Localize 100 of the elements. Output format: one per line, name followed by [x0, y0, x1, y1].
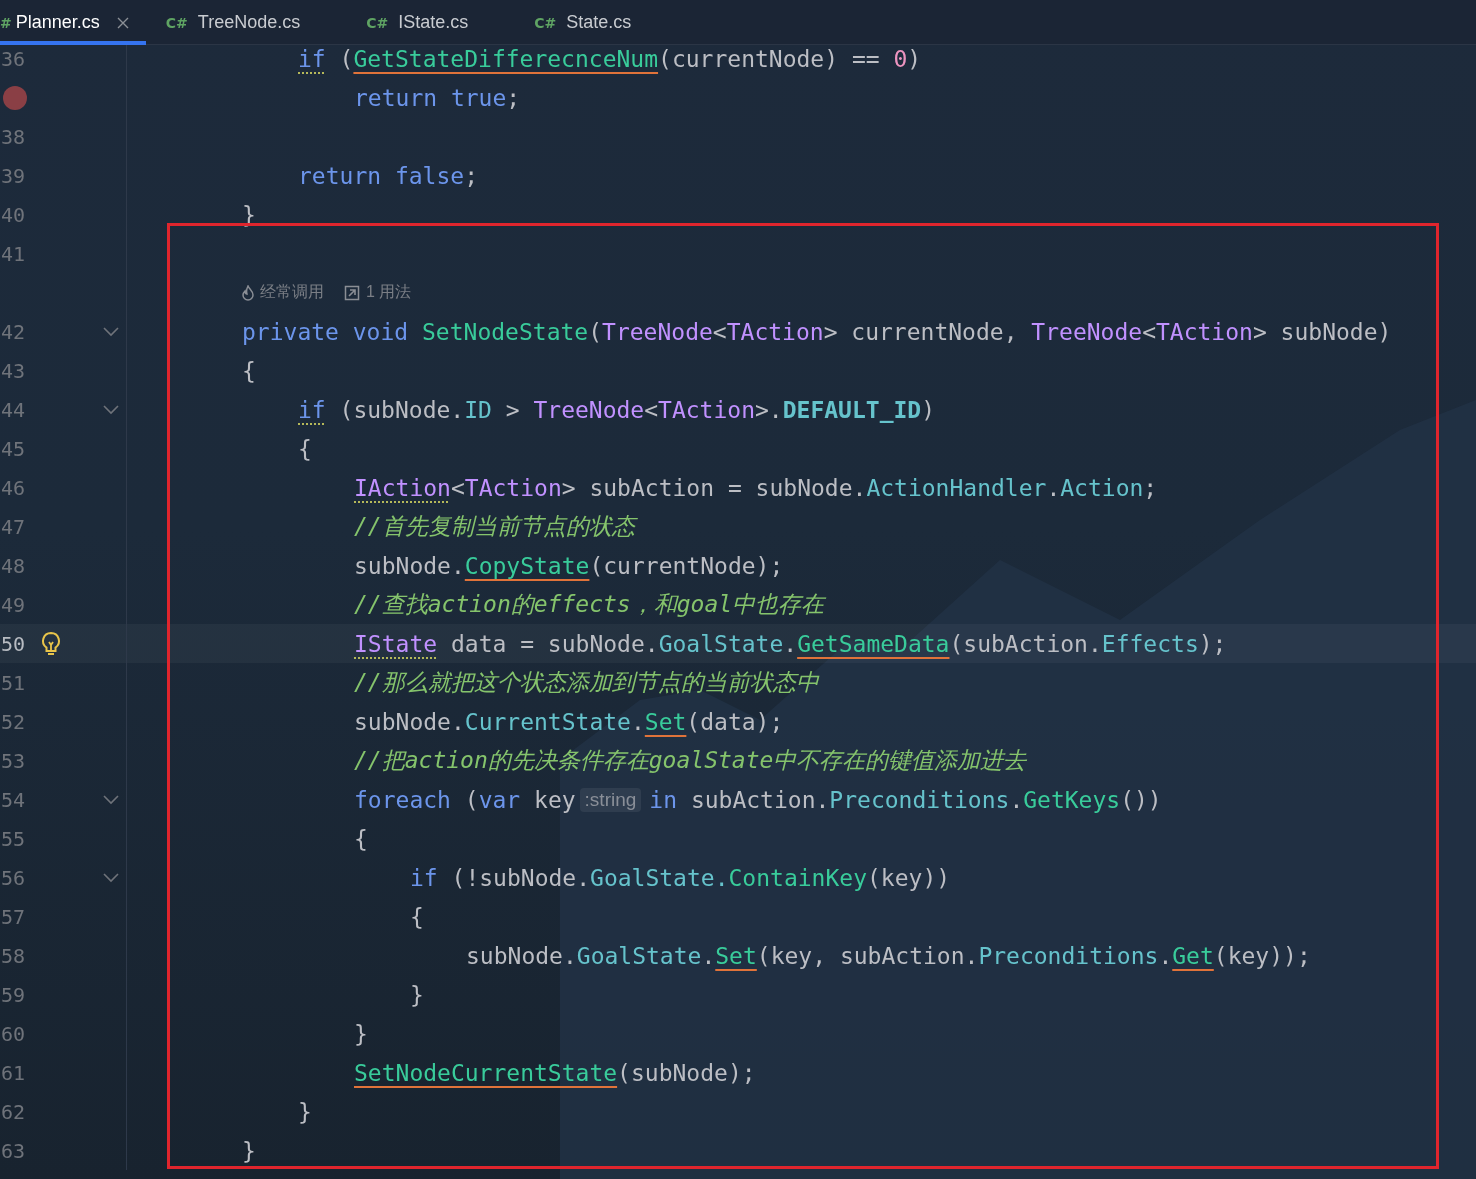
line-number: 42 — [0, 319, 26, 344]
code-text: ; — [1143, 474, 1158, 501]
line-number: 43 — [0, 358, 26, 383]
code-comment: //那么就把这个状态添加到节点的当前状态中 — [354, 668, 819, 697]
code-text: ; — [506, 84, 521, 111]
property-name: Preconditions — [829, 786, 1010, 813]
line-number: 50 — [0, 631, 26, 656]
csharp-file-icon: C# — [165, 14, 188, 31]
csharp-file-icon: C# — [366, 14, 389, 31]
keyword: var — [478, 786, 521, 813]
keyword: if — [410, 864, 438, 891]
type-hint: :string — [579, 787, 642, 812]
usage-hint[interactable]: 经常调用 — [260, 282, 324, 303]
close-icon[interactable] — [116, 16, 129, 29]
line-number: 57 — [0, 904, 26, 929]
line-number: 54 — [0, 787, 26, 812]
type-name: TAction — [1156, 318, 1253, 345]
code-text: < — [450, 474, 465, 501]
csharp-file-icon: C# — [534, 14, 557, 31]
code-text: (subNode. — [338, 396, 465, 423]
code-text: (key)) — [867, 864, 951, 891]
code-text: ); — [1198, 630, 1227, 657]
method-name: Get — [1172, 942, 1214, 969]
type-name: TAction — [658, 396, 755, 423]
line-number: 52 — [0, 709, 26, 734]
breakpoint-icon[interactable] — [2, 84, 28, 111]
line-number: 49 — [0, 592, 26, 617]
line-number: 60 — [0, 1021, 26, 1046]
code-text: { — [298, 435, 312, 462]
property-name: Effects — [1101, 630, 1199, 657]
method-name: Set — [715, 942, 757, 969]
number-literal: 0 — [893, 45, 908, 72]
type-name: IState — [354, 630, 438, 657]
method-name: Set — [644, 708, 687, 735]
line-number: 44 — [0, 397, 26, 422]
line-number: 58 — [0, 943, 26, 968]
property-name: Preconditions — [978, 942, 1159, 969]
line-number: 38 — [0, 124, 26, 149]
line-number: 61 — [0, 1060, 26, 1085]
line-number: 63 — [0, 1138, 26, 1163]
code-text: subNode. — [354, 708, 465, 735]
method-name: SetNodeState — [422, 318, 589, 345]
code-text: (currentNode) == — [658, 45, 881, 72]
editor-tab[interactable]: C# TreeNode.cs — [145, 0, 347, 45]
external-link-icon — [344, 284, 360, 301]
method-name: SetNodeCurrentState — [354, 1059, 618, 1086]
line-number: 36 — [0, 46, 26, 71]
fold-chevron-icon[interactable] — [103, 326, 119, 337]
fold-chevron-icon[interactable] — [103, 872, 119, 883]
code-text: ) — [921, 396, 936, 423]
flame-icon — [242, 284, 254, 301]
lightbulb-icon[interactable] — [40, 630, 62, 657]
line-number: 59 — [0, 982, 26, 1007]
code-text: < — [1142, 318, 1156, 345]
code-text: subNode. — [354, 552, 465, 579]
code-text: } — [410, 981, 424, 1008]
code-text: > subAction = subNode. — [561, 474, 867, 501]
code-text: >. — [755, 396, 783, 423]
code-text: subAction. — [689, 786, 830, 813]
property-name: GoalState. — [590, 864, 729, 891]
code-text: key — [533, 786, 576, 813]
code-text: < — [712, 318, 727, 345]
type-name: TreeNode — [533, 396, 645, 423]
property-name: ActionHandler — [866, 474, 1047, 501]
method-name: CopyState — [464, 552, 590, 579]
code-text: subNode. — [466, 942, 577, 969]
keyword: foreach — [354, 786, 451, 813]
type-name: TreeNode — [1031, 318, 1143, 345]
code-text: ( — [588, 318, 603, 345]
editor-tab[interactable]: C# IState.cs — [346, 0, 515, 45]
code-text: { — [410, 903, 424, 930]
constant-name: DEFAULT_ID — [782, 396, 922, 423]
code-text: ) — [907, 45, 922, 72]
csharp-file-icon: # — [0, 14, 12, 31]
editor-tab[interactable]: # Planner.cs — [0, 0, 146, 45]
code-text: } — [354, 1020, 368, 1047]
code-text: < — [644, 396, 659, 423]
method-name: GetSameData — [797, 630, 950, 657]
code-text: data = subNode. — [449, 630, 659, 657]
line-number: 51 — [0, 670, 26, 695]
line-number: 41 — [0, 241, 26, 266]
code-text: ( — [338, 45, 354, 72]
fold-chevron-icon[interactable] — [103, 794, 119, 805]
code-text: (!subNode. — [450, 864, 591, 891]
code-comment: //查找action的effects，和goal中也存在 — [354, 590, 825, 619]
type-name: TreeNode — [602, 318, 713, 345]
keyword: private void — [242, 318, 410, 345]
keyword: return true — [354, 84, 507, 111]
editor-tab[interactable]: C# State.cs — [514, 0, 678, 45]
type-name: TAction — [726, 318, 824, 345]
code-text: (key)); — [1213, 942, 1311, 969]
code-text: . — [1158, 942, 1173, 969]
fold-chevron-icon[interactable] — [103, 404, 119, 415]
method-name: GetKeys — [1023, 786, 1121, 813]
code-text: } — [298, 1098, 312, 1125]
code-text: { — [242, 357, 256, 384]
type-name: TAction — [464, 474, 562, 501]
code-text: . — [1009, 786, 1024, 813]
references-hint[interactable]: 1 用法 — [366, 282, 412, 303]
property-name: GoalState — [576, 942, 702, 969]
